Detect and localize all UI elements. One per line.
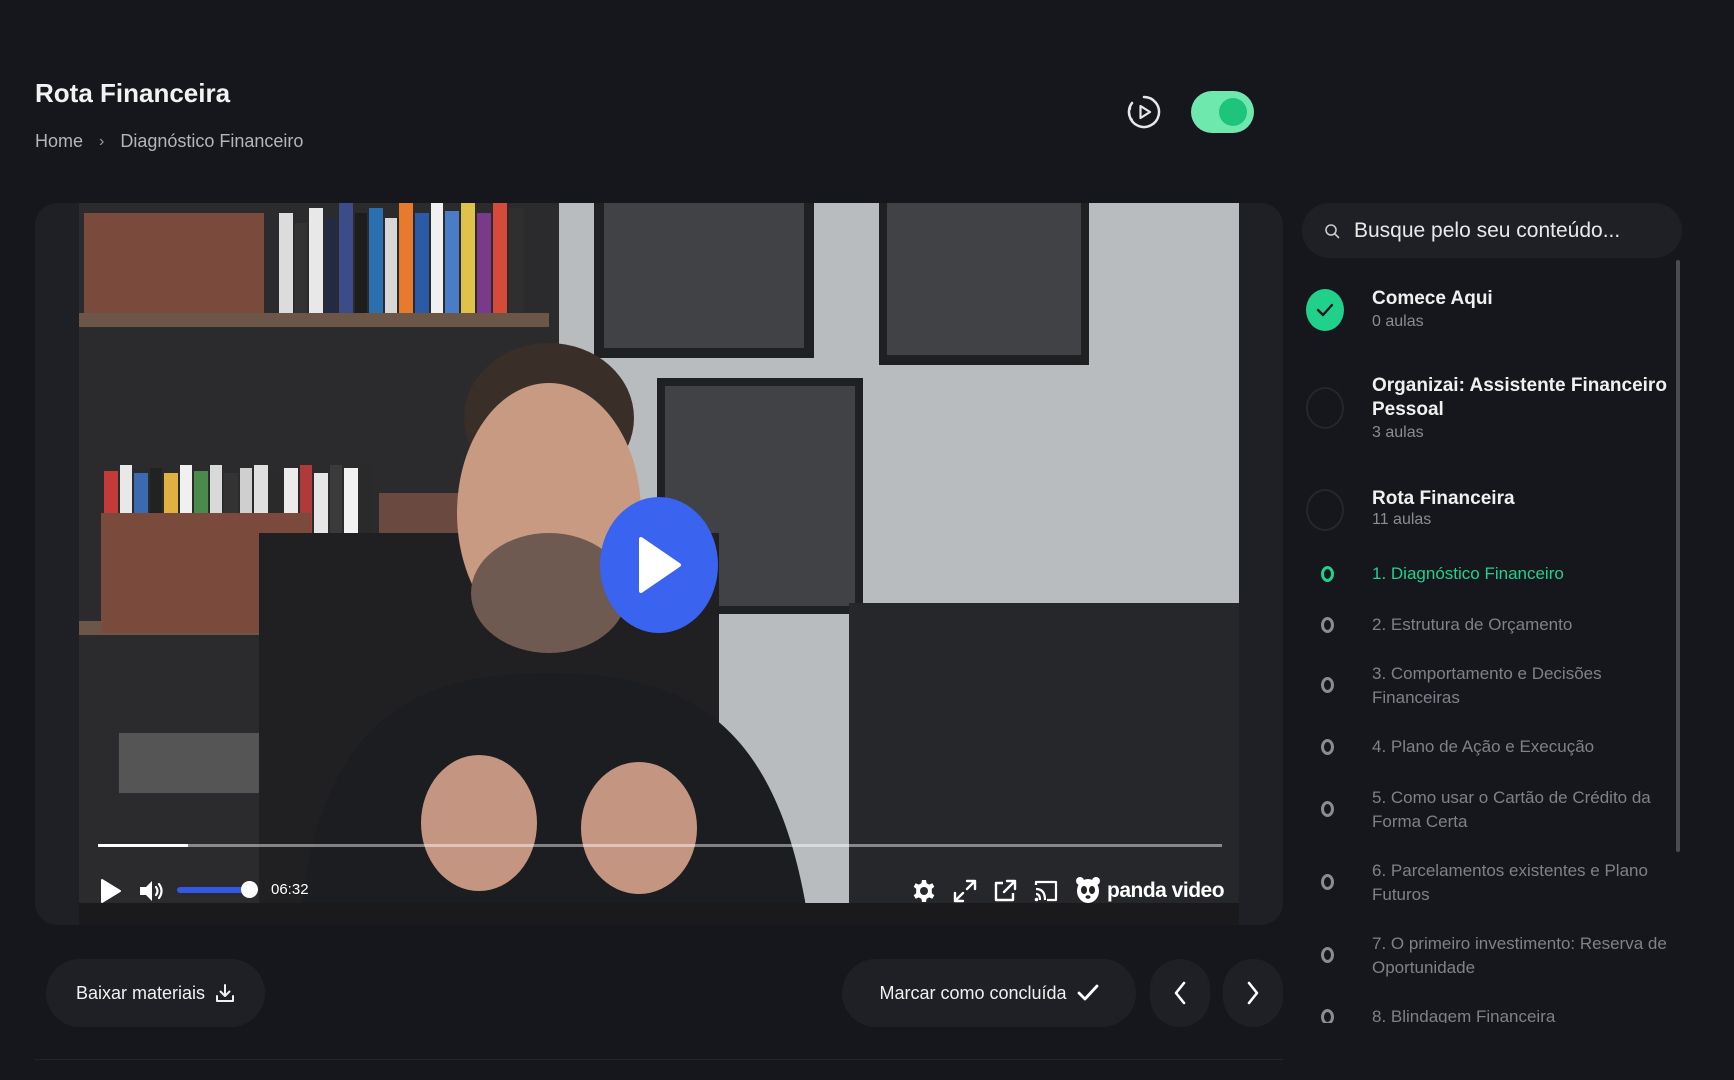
chevron-left-icon: [1174, 981, 1186, 1005]
module-comece-aqui[interactable]: Comece Aqui 0 aulas: [1306, 285, 1676, 355]
module-lesson-count: 3 aulas: [1372, 424, 1424, 441]
lesson-status-ring: [1321, 801, 1334, 817]
mark-complete-button[interactable]: Marcar como concluída: [842, 959, 1136, 1027]
lesson-title: 3. Comportamento e Decisões Financeiras: [1372, 664, 1602, 707]
volume-button[interactable]: [138, 879, 166, 903]
module-lesson-count: 0 aulas: [1372, 313, 1424, 330]
module-title: Rota Financeira: [1372, 488, 1515, 509]
page-title: Rota Financeira: [35, 78, 231, 108]
fullscreen-icon: [953, 879, 977, 903]
video-frame[interactable]: [79, 203, 1239, 925]
lesson-title: 6. Parcelamentos existentes e Plano Futu…: [1372, 861, 1648, 904]
volume-slider-handle[interactable]: [241, 881, 258, 898]
breadcrumb-current: Diagnóstico Financeiro: [120, 131, 304, 151]
lesson-title: 4. Plano de Ação e Execução: [1372, 737, 1595, 756]
lesson-title: 1. Diagnóstico Financeiro: [1372, 564, 1564, 583]
lesson-item[interactable]: 2. Estrutura de Orçamento: [1318, 613, 1678, 639]
chevron-right-icon: ›: [99, 132, 105, 150]
download-materials-button[interactable]: Baixar materiais: [46, 959, 265, 1027]
big-play-icon: [639, 537, 681, 593]
lesson-status-ring: [1321, 677, 1334, 693]
search-input[interactable]: [1354, 218, 1654, 243]
lesson-title: 5. Como usar o Cartão de Crédito da Form…: [1372, 788, 1651, 831]
autoplay-toggle[interactable]: [1191, 91, 1254, 133]
play-button[interactable]: [99, 878, 123, 904]
check-icon: [1077, 984, 1098, 1001]
popout-icon: [994, 879, 1017, 902]
big-play-button[interactable]: [600, 497, 718, 633]
module-status-circle: [1306, 387, 1344, 429]
lesson-status-ring: [1321, 947, 1334, 963]
play-circle-dashed-icon[interactable]: [1126, 94, 1162, 130]
module-title: Comece Aqui: [1372, 288, 1493, 309]
settings-button[interactable]: [912, 879, 936, 903]
lesson-item[interactable]: 5. Como usar o Cartão de Crédito da Form…: [1318, 786, 1678, 836]
lesson-status-ring: [1321, 617, 1334, 633]
breadcrumb: Home › Diagnóstico Financeiro: [35, 131, 303, 152]
lesson-item[interactable]: 4. Plano de Ação e Execução: [1318, 735, 1678, 761]
content-search[interactable]: [1302, 203, 1682, 258]
lesson-item[interactable]: 7. O primeiro investimento: Reserva de O…: [1318, 932, 1678, 982]
download-materials-label: Baixar materiais: [75, 982, 206, 1003]
cast-button[interactable]: [1034, 880, 1058, 902]
breadcrumb-home[interactable]: Home: [35, 131, 83, 152]
lesson-status-ring: [1321, 1009, 1334, 1023]
popout-button[interactable]: [993, 879, 1017, 903]
lesson-title: 2. Estrutura de Orçamento: [1372, 615, 1573, 634]
chevron-right-icon: [1247, 981, 1259, 1005]
video-progress-bar[interactable]: [98, 844, 1222, 847]
module-lesson-count: 11 aulas: [1372, 511, 1432, 528]
volume-slider[interactable]: [177, 887, 250, 893]
previous-lesson-button[interactable]: [1150, 959, 1210, 1027]
lesson-title: 8. Blindagem Financeira: [1372, 1007, 1556, 1023]
footer-divider: [35, 1059, 1283, 1060]
volume-icon: [140, 881, 163, 901]
panda-logo-icon[interactable]: [1075, 876, 1101, 904]
lesson-title: 7. O primeiro investimento: Reserva de O…: [1372, 934, 1667, 977]
download-icon: [216, 984, 235, 1002]
lesson-status-ring: [1321, 874, 1334, 890]
lesson-item[interactable]: 3. Comportamento e Decisões Financeiras: [1318, 662, 1678, 712]
video-progress-fill: [98, 844, 188, 847]
cast-icon: [1034, 880, 1058, 902]
sidebar-scrollbar[interactable]: [1676, 260, 1680, 852]
search-icon: [1325, 223, 1340, 238]
mark-complete-label: Marcar como concluída: [879, 982, 1067, 1003]
fullscreen-button[interactable]: [953, 879, 977, 903]
lesson-item[interactable]: 8. Blindagem Financeira: [1318, 1005, 1678, 1023]
lesson-status-ring: [1321, 566, 1334, 582]
play-icon: [101, 879, 121, 903]
module-organizai[interactable]: Organizai: Assistente Financeiro Pessoal…: [1306, 372, 1676, 462]
settings-icon: [913, 880, 935, 902]
module-title: Organizai: Assistente Financeiro Pessoal: [1372, 375, 1667, 420]
lesson-item[interactable]: 6. Parcelamentos existentes e Plano Futu…: [1318, 859, 1678, 909]
module-status-circle: [1306, 489, 1344, 531]
video-time: 06:32: [271, 881, 309, 898]
next-lesson-button[interactable]: [1223, 959, 1283, 1027]
module-completed-check-icon: [1306, 289, 1344, 331]
panda-video-brand[interactable]: panda video: [1107, 879, 1225, 903]
lesson-status-ring: [1321, 739, 1334, 755]
lesson-item[interactable]: 1. Diagnóstico Financeiro: [1318, 562, 1678, 588]
toggle-knob: [1219, 98, 1247, 126]
module-rota-financeira[interactable]: Rota Financeira 11 aulas: [1306, 487, 1676, 547]
